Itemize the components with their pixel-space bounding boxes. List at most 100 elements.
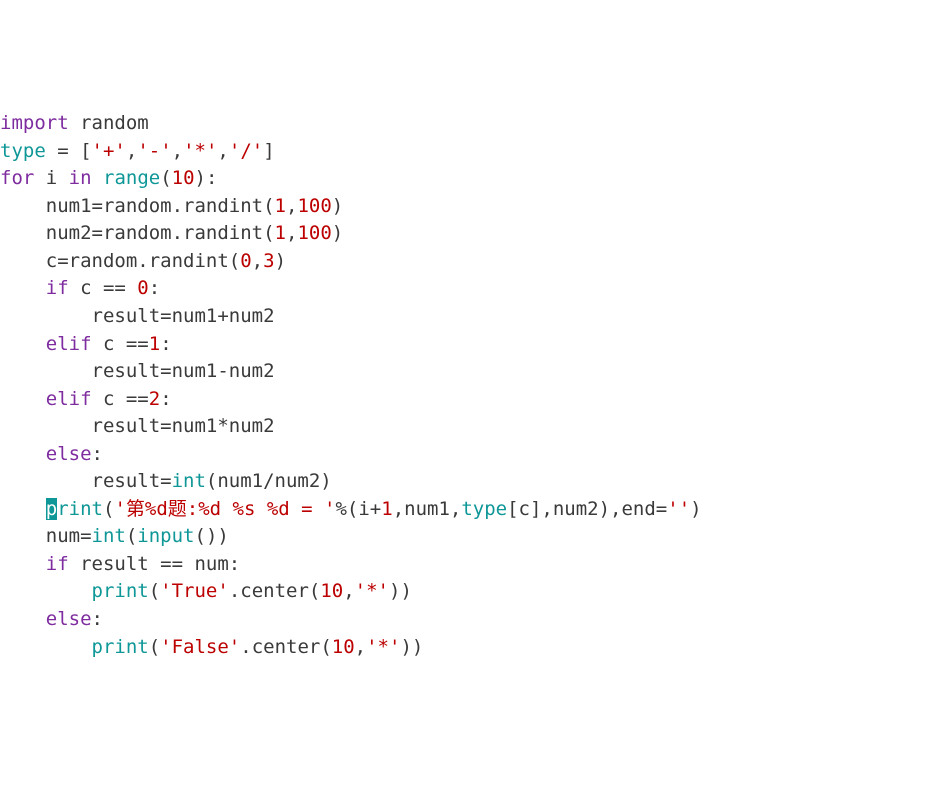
token-op: ( <box>160 167 171 189</box>
token-name: c == <box>92 333 149 355</box>
token-num: 0 <box>240 250 251 272</box>
code-line: print('False'.center(10,'*')) <box>0 634 931 662</box>
token-name: c == <box>69 277 138 299</box>
code-line: if c == 0: <box>0 275 931 303</box>
token-op: : <box>160 333 171 355</box>
token-str: '第%d题:%d %s %d = ' <box>114 498 335 520</box>
token-op: ( <box>149 636 160 658</box>
code-line: c=random.randint(0,3) <box>0 248 931 276</box>
token-kw-else: else <box>46 608 92 630</box>
token-name: result= <box>0 470 172 492</box>
token-name: (num1/num2) <box>206 470 332 492</box>
token-name: i <box>34 167 68 189</box>
token-op: : <box>92 443 103 465</box>
token-kw-elif: elif <box>46 388 92 410</box>
token-op: ] <box>263 140 274 162</box>
token-op: , <box>286 222 297 244</box>
token-kw-in: in <box>69 167 92 189</box>
token-str: '*' <box>183 140 217 162</box>
token-op: , <box>252 250 263 272</box>
token-name <box>92 167 103 189</box>
token-op: , <box>286 195 297 217</box>
code-line: num=int(input()) <box>0 523 931 551</box>
code-line: else: <box>0 441 931 469</box>
token-op: : <box>160 388 171 410</box>
token-name: ,num1, <box>393 498 462 520</box>
token-name: .center( <box>240 636 332 658</box>
token-op: ) <box>332 195 343 217</box>
code-line: print('True'.center(10,'*')) <box>0 578 931 606</box>
token-name <box>0 580 92 602</box>
token-name: c == <box>92 388 149 410</box>
code-line: elif c ==2: <box>0 386 931 414</box>
token-num: 3 <box>263 250 274 272</box>
token-str: '-' <box>137 140 171 162</box>
code-line: else: <box>0 606 931 634</box>
token-kw-import: import <box>0 112 80 134</box>
token-num: 2 <box>149 388 160 410</box>
token-op: ( <box>149 580 160 602</box>
token-name: num2=random.randint( <box>0 222 275 244</box>
token-op: ( <box>103 498 114 520</box>
token-cursor: p <box>46 498 57 520</box>
token-name: num1=random.randint( <box>0 195 275 217</box>
token-num: 1 <box>275 222 286 244</box>
token-name <box>0 553 46 575</box>
token-op: ( <box>126 525 137 547</box>
token-name: c=random.randint( <box>0 250 240 272</box>
token-op: ): <box>195 167 218 189</box>
token-op: ) <box>690 498 701 520</box>
code-line: result=num1*num2 <box>0 413 931 441</box>
token-kw-elif: elif <box>46 333 92 355</box>
code-line: print('第%d题:%d %s %d = '%(i+1,num1,type[… <box>0 496 931 524</box>
token-builtin: type <box>461 498 507 520</box>
token-num: 10 <box>332 636 355 658</box>
token-kw-else: else <box>46 443 92 465</box>
code-line: result=int(num1/num2) <box>0 468 931 496</box>
token-num: 1 <box>149 333 160 355</box>
token-builtin: int <box>172 470 206 492</box>
token-op: , <box>217 140 228 162</box>
token-num: 0 <box>137 277 148 299</box>
token-name <box>0 636 92 658</box>
token-num: 100 <box>297 195 331 217</box>
token-op: , <box>343 580 354 602</box>
token-num: 1 <box>275 195 286 217</box>
code-line: num1=random.randint(1,100) <box>0 193 931 221</box>
token-builtin: print <box>92 580 149 602</box>
token-op: : <box>149 277 160 299</box>
token-name: num= <box>0 525 92 547</box>
token-op: ()) <box>195 525 229 547</box>
code-line: elif c ==1: <box>0 331 931 359</box>
token-num: 10 <box>172 167 195 189</box>
token-op: ) <box>332 222 343 244</box>
token-name <box>0 333 46 355</box>
token-name: result == num: <box>69 553 241 575</box>
token-num: 100 <box>297 222 331 244</box>
token-str: 'False' <box>160 636 240 658</box>
code-line: if result == num: <box>0 551 931 579</box>
token-kw-if: if <box>46 553 69 575</box>
token-name <box>0 498 46 520</box>
token-op: = [ <box>46 140 92 162</box>
token-name: result=num1*num2 <box>0 415 275 437</box>
code-line: type = ['+','-','*','/'] <box>0 138 931 166</box>
code-line: result=num1-num2 <box>0 358 931 386</box>
token-builtin: print <box>92 636 149 658</box>
code-line: import random <box>0 110 931 138</box>
token-op: , <box>126 140 137 162</box>
token-name: %(i+ <box>335 498 381 520</box>
token-builtin: rint <box>57 498 103 520</box>
token-op: ) <box>275 250 286 272</box>
code-block: import randomtype = ['+','-','*','/']for… <box>0 110 931 661</box>
token-num: 10 <box>320 580 343 602</box>
token-name <box>0 443 46 465</box>
token-builtin: input <box>137 525 194 547</box>
token-str: '*' <box>366 636 400 658</box>
token-name: result=num1+num2 <box>0 305 275 327</box>
token-str: '/' <box>229 140 263 162</box>
token-op: )) <box>389 580 412 602</box>
token-name <box>0 608 46 630</box>
token-builtin: range <box>103 167 160 189</box>
token-op: )) <box>400 636 423 658</box>
